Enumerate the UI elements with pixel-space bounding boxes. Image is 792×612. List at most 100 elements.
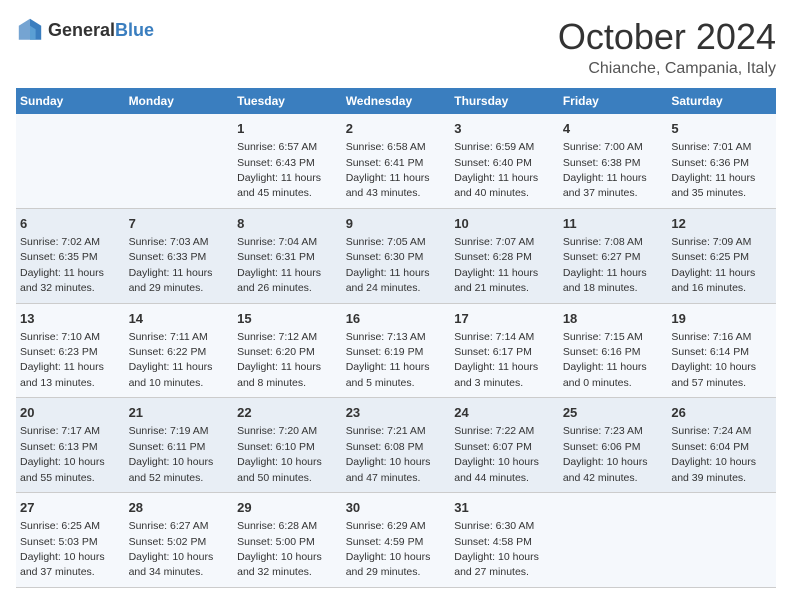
day-number: 18 <box>563 310 664 328</box>
sunrise-text: Sunrise: 6:30 AMSunset: 4:58 PMDaylight:… <box>454 520 539 578</box>
calendar-cell: 14 Sunrise: 7:11 AMSunset: 6:22 PMDayligh… <box>125 303 234 398</box>
sunrise-text: Sunrise: 7:21 AMSunset: 6:08 PMDaylight:… <box>346 425 431 483</box>
sunrise-text: Sunrise: 7:22 AMSunset: 6:07 PMDaylight:… <box>454 425 539 483</box>
sunrise-text: Sunrise: 7:11 AMSunset: 6:22 PMDaylight:… <box>129 331 213 389</box>
sunrise-text: Sunrise: 7:17 AMSunset: 6:13 PMDaylight:… <box>20 425 105 483</box>
calendar-cell: 19Sunrise: 7:16 AMSunset: 6:14 PMDayligh… <box>667 303 776 398</box>
calendar-cell: 21 Sunrise: 7:19 AMSunset: 6:11 PMDayligh… <box>125 398 234 493</box>
day-number: 4 <box>563 120 664 138</box>
sunrise-text: Sunrise: 7:16 AMSunset: 6:14 PMDaylight:… <box>671 331 756 389</box>
calendar-week-row: 6 Sunrise: 7:02 AMSunset: 6:35 PMDaylight… <box>16 208 776 303</box>
sunrise-text: Sunrise: 7:00 AMSunset: 6:38 PMDaylight:… <box>563 141 647 199</box>
calendar-cell: 6 Sunrise: 7:02 AMSunset: 6:35 PMDaylight… <box>16 208 125 303</box>
calendar-cell: 12 Sunrise: 7:09 AMSunset: 6:25 PMDayligh… <box>667 208 776 303</box>
weekday-header: Thursday <box>450 88 559 114</box>
logo-icon <box>16 16 44 44</box>
calendar-cell: 10Sunrise: 7:07 AMSunset: 6:28 PMDayligh… <box>450 208 559 303</box>
calendar-cell: 25 Sunrise: 7:23 AMSunset: 6:06 PMDayligh… <box>559 398 668 493</box>
sunrise-text: Sunrise: 7:13 AMSunset: 6:19 PMDaylight:… <box>346 331 430 389</box>
calendar-cell: 29 Sunrise: 6:28 AMSunset: 5:00 PMDayligh… <box>233 493 342 588</box>
calendar-cell: 15 Sunrise: 7:12 AMSunset: 6:20 PMDayligh… <box>233 303 342 398</box>
day-number: 15 <box>237 310 338 328</box>
weekday-header: Tuesday <box>233 88 342 114</box>
calendar-cell: 1 Sunrise: 6:57 AMSunset: 6:43 PMDaylight… <box>233 114 342 208</box>
sunrise-text: Sunrise: 7:19 AMSunset: 6:11 PMDaylight:… <box>129 425 214 483</box>
weekday-header: Saturday <box>667 88 776 114</box>
calendar-cell: 5Sunrise: 7:01 AMSunset: 6:36 PMDaylight… <box>667 114 776 208</box>
day-number: 25 <box>563 404 664 422</box>
calendar-cell: 11Sunrise: 7:08 AMSunset: 6:27 PMDayligh… <box>559 208 668 303</box>
logo: GeneralBlue <box>16 16 154 44</box>
sunrise-text: Sunrise: 7:10 AMSunset: 6:23 PMDaylight:… <box>20 331 104 389</box>
calendar-cell: 16 Sunrise: 7:13 AMSunset: 6:19 PMDayligh… <box>342 303 451 398</box>
day-number: 24 <box>454 404 555 422</box>
logo-general: General <box>48 20 115 40</box>
calendar-week-row: 1 Sunrise: 6:57 AMSunset: 6:43 PMDaylight… <box>16 114 776 208</box>
calendar-cell: 20Sunrise: 7:17 AMSunset: 6:13 PMDayligh… <box>16 398 125 493</box>
calendar-cell: 4 Sunrise: 7:00 AMSunset: 6:38 PMDaylight… <box>559 114 668 208</box>
weekday-header-row: SundayMondayTuesdayWednesdayThursdayFrid… <box>16 88 776 114</box>
sunrise-text: Sunrise: 7:03 AMSunset: 6:33 PMDaylight:… <box>129 236 213 294</box>
day-number: 16 <box>346 310 447 328</box>
calendar-cell: 31 Sunrise: 6:30 AMSunset: 4:58 PMDayligh… <box>450 493 559 588</box>
calendar-week-row: 20Sunrise: 7:17 AMSunset: 6:13 PMDayligh… <box>16 398 776 493</box>
calendar-cell: 23 Sunrise: 7:21 AMSunset: 6:08 PMDayligh… <box>342 398 451 493</box>
sunrise-text: Sunrise: 6:59 AMSunset: 6:40 PMDaylight:… <box>454 141 538 199</box>
calendar-cell: 27Sunrise: 6:25 AMSunset: 5:03 PMDayligh… <box>16 493 125 588</box>
day-number: 26 <box>671 404 772 422</box>
sunrise-text: Sunrise: 6:58 AMSunset: 6:41 PMDaylight:… <box>346 141 430 199</box>
day-number: 29 <box>237 499 338 517</box>
calendar-cell <box>667 493 776 588</box>
weekday-header: Monday <box>125 88 234 114</box>
calendar-week-row: 13 Sunrise: 7:10 AMSunset: 6:23 PMDayligh… <box>16 303 776 398</box>
calendar-cell: 24 Sunrise: 7:22 AMSunset: 6:07 PMDayligh… <box>450 398 559 493</box>
logo-blue: Blue <box>115 20 154 40</box>
sunrise-text: Sunrise: 7:12 AMSunset: 6:20 PMDaylight:… <box>237 331 321 389</box>
day-number: 3 <box>454 120 555 138</box>
sunrise-text: Sunrise: 7:05 AMSunset: 6:30 PMDaylight:… <box>346 236 430 294</box>
calendar-cell: 13 Sunrise: 7:10 AMSunset: 6:23 PMDayligh… <box>16 303 125 398</box>
weekday-header: Wednesday <box>342 88 451 114</box>
day-number: 2 <box>346 120 447 138</box>
calendar-cell <box>559 493 668 588</box>
sunrise-text: Sunrise: 7:23 AMSunset: 6:06 PMDaylight:… <box>563 425 648 483</box>
calendar-cell: 3 Sunrise: 6:59 AMSunset: 6:40 PMDaylight… <box>450 114 559 208</box>
sunrise-text: Sunrise: 7:09 AMSunset: 6:25 PMDaylight:… <box>671 236 755 294</box>
day-number: 10 <box>454 215 555 233</box>
calendar-cell <box>16 114 125 208</box>
sunrise-text: Sunrise: 6:57 AMSunset: 6:43 PMDaylight:… <box>237 141 321 199</box>
weekday-header: Friday <box>559 88 668 114</box>
calendar-week-row: 27Sunrise: 6:25 AMSunset: 5:03 PMDayligh… <box>16 493 776 588</box>
day-number: 9 <box>346 215 447 233</box>
day-number: 13 <box>20 310 121 328</box>
location-title: Chianche, Campania, Italy <box>558 60 776 78</box>
day-number: 12 <box>671 215 772 233</box>
calendar-cell: 28Sunrise: 6:27 AMSunset: 5:02 PMDayligh… <box>125 493 234 588</box>
day-number: 14 <box>129 310 230 328</box>
calendar-table: SundayMondayTuesdayWednesdayThursdayFrid… <box>16 88 776 588</box>
calendar-cell: 8 Sunrise: 7:04 AMSunset: 6:31 PMDaylight… <box>233 208 342 303</box>
calendar-cell: 17Sunrise: 7:14 AMSunset: 6:17 PMDayligh… <box>450 303 559 398</box>
title-block: October 2024 Chianche, Campania, Italy <box>558 16 776 78</box>
month-title: October 2024 <box>558 16 776 58</box>
day-number: 30 <box>346 499 447 517</box>
weekday-header: Sunday <box>16 88 125 114</box>
day-number: 23 <box>346 404 447 422</box>
sunrise-text: Sunrise: 6:27 AMSunset: 5:02 PMDaylight:… <box>129 520 214 578</box>
sunrise-text: Sunrise: 7:08 AMSunset: 6:27 PMDaylight:… <box>563 236 647 294</box>
sunrise-text: Sunrise: 7:24 AMSunset: 6:04 PMDaylight:… <box>671 425 756 483</box>
sunrise-text: Sunrise: 7:02 AMSunset: 6:35 PMDaylight:… <box>20 236 104 294</box>
day-number: 1 <box>237 120 338 138</box>
day-number: 31 <box>454 499 555 517</box>
page-header: GeneralBlue October 2024 Chianche, Campa… <box>16 16 776 78</box>
calendar-cell: 18Sunrise: 7:15 AMSunset: 6:16 PMDayligh… <box>559 303 668 398</box>
sunrise-text: Sunrise: 7:04 AMSunset: 6:31 PMDaylight:… <box>237 236 321 294</box>
day-number: 7 <box>129 215 230 233</box>
day-number: 22 <box>237 404 338 422</box>
day-number: 6 <box>20 215 121 233</box>
calendar-cell: 2 Sunrise: 6:58 AMSunset: 6:41 PMDaylight… <box>342 114 451 208</box>
day-number: 21 <box>129 404 230 422</box>
calendar-cell: 30Sunrise: 6:29 AMSunset: 4:59 PMDayligh… <box>342 493 451 588</box>
sunrise-text: Sunrise: 6:28 AMSunset: 5:00 PMDaylight:… <box>237 520 322 578</box>
day-number: 8 <box>237 215 338 233</box>
